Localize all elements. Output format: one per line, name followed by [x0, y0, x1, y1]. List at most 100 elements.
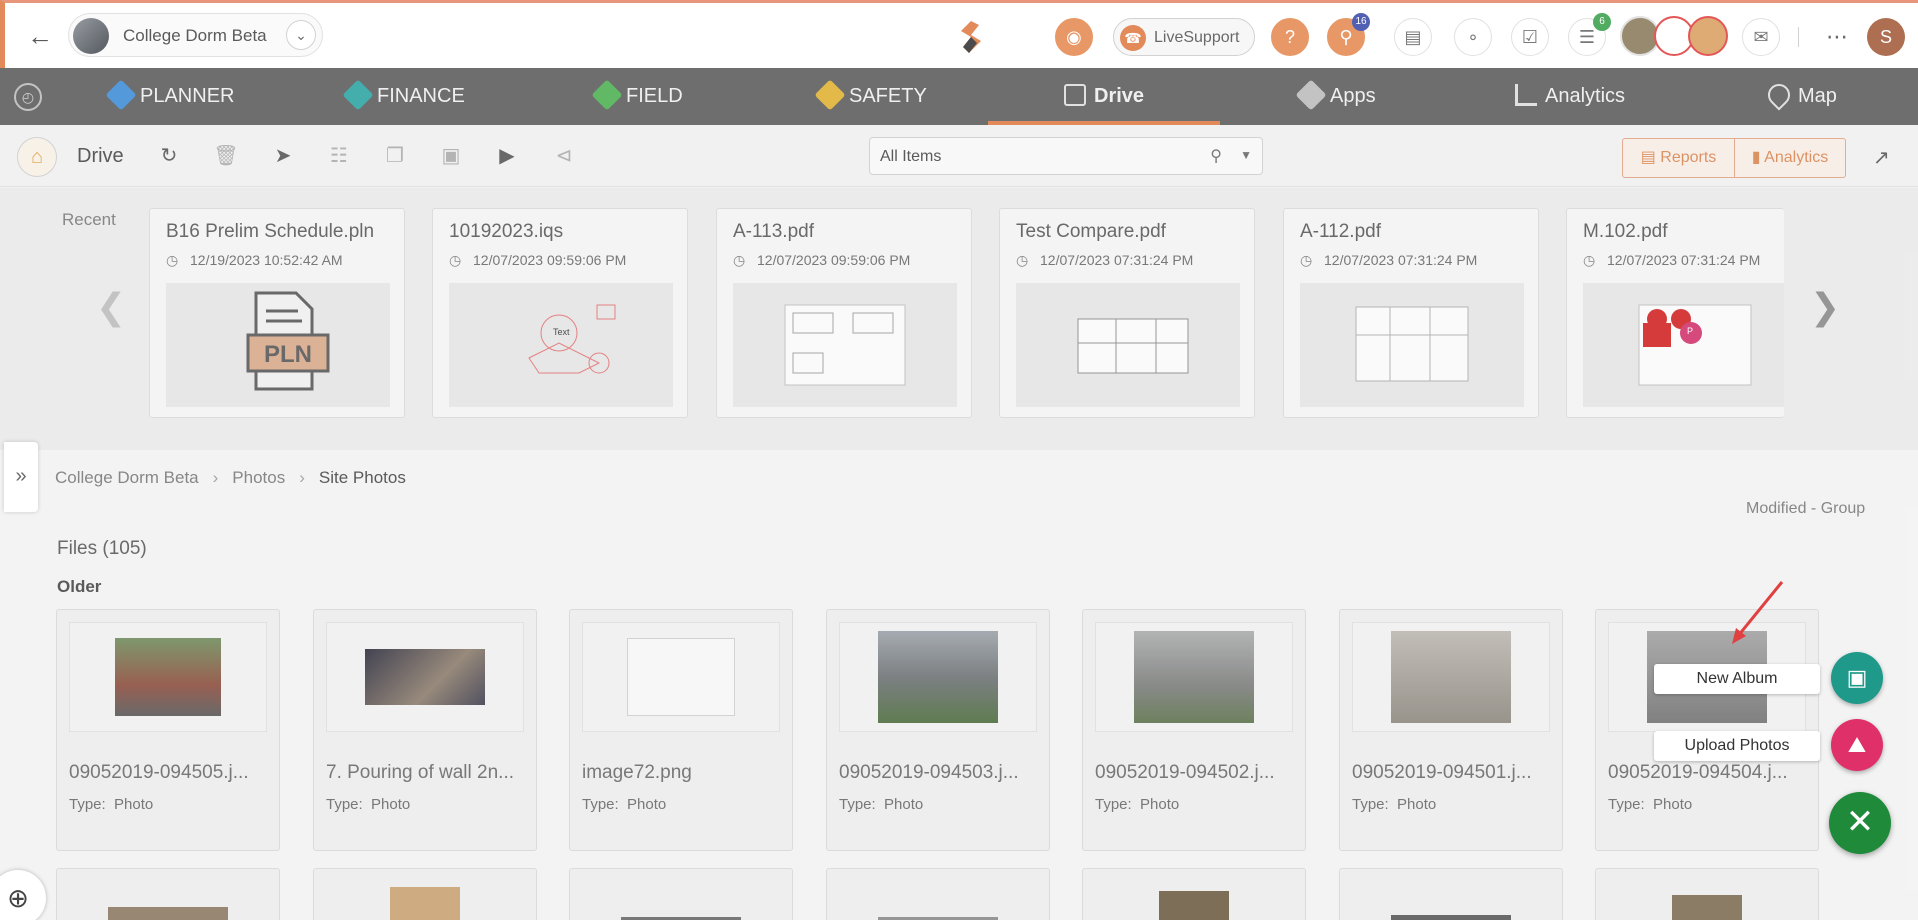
livesupport-button[interactable]: ☎ LiveSupport [1113, 18, 1255, 56]
add-circle-icon[interactable]: ⊕ [0, 870, 46, 920]
breadcrumb-item[interactable]: College Dorm Beta [55, 468, 199, 487]
share-icon[interactable]: ⊲ [551, 143, 577, 169]
sort-dropdown[interactable]: Modified - Group [1746, 500, 1865, 518]
brand-logo [961, 21, 981, 53]
chevron-right-icon[interactable]: ❯ [1810, 286, 1840, 328]
integrations-icon[interactable]: ∘ [1454, 18, 1492, 56]
chat-icon[interactable]: ✉ [1742, 18, 1780, 56]
planner-icon [105, 79, 137, 111]
chevron-down-icon[interactable]: ▼ [1240, 148, 1252, 162]
breadcrumb-item[interactable]: Photos [232, 468, 285, 487]
recent-file-date: 12/07/2023 09:59:06 PM [473, 252, 627, 268]
files-title: Files (105) [57, 538, 147, 559]
tab-safety[interactable]: SAFETY [814, 68, 927, 125]
bar-chart-icon: ▮ [1751, 149, 1765, 166]
notifications-icon[interactable]: ⚲ 16 [1327, 13, 1370, 56]
team-avatars[interactable] [1620, 16, 1730, 58]
user-avatar[interactable]: S [1867, 18, 1905, 56]
file-card[interactable] [826, 868, 1050, 920]
file-card[interactable]: 09052019-094505.j... Type: Photo [56, 609, 280, 851]
file-card[interactable] [1082, 868, 1306, 920]
close-fab-icon[interactable]: ✕ [1829, 792, 1891, 854]
photo-thumbnail [390, 887, 460, 920]
tab-field[interactable]: FIELD [591, 68, 683, 125]
file-card[interactable]: 7. Pouring of wall 2n... Type: Photo [313, 609, 537, 851]
apps-grid-icon[interactable]: ⋯ [1823, 23, 1851, 51]
pln-label: PLN [264, 341, 312, 368]
cart-icon[interactable]: ☰ 6 [1568, 13, 1611, 56]
file-card[interactable]: image72.png Type: Photo [569, 609, 793, 851]
cart-badge: 6 [1593, 13, 1611, 31]
recent-card[interactable]: 10192023.iqs ◷ 12/07/2023 09:59:06 PM Te… [432, 208, 688, 418]
chevron-down-icon[interactable]: ⌄ [286, 20, 316, 50]
external-link-icon[interactable]: ↗ [1873, 145, 1890, 170]
upload-photos-icon[interactable]: ⛰ [1831, 719, 1883, 771]
tab-apps[interactable]: Apps [1295, 68, 1376, 125]
file-card[interactable] [313, 868, 537, 920]
file-card[interactable]: 09052019-094503.j... Type: Photo [826, 609, 1050, 851]
chevron-left-icon[interactable]: ❮ [96, 286, 126, 328]
headset-icon: ☎ [1120, 25, 1146, 51]
project-selector[interactable]: College Dorm Beta ⌄ [68, 13, 323, 57]
recent-file-name: B16 Prelim Schedule.pln [166, 221, 375, 242]
file-name: 7. Pouring of wall 2n... [326, 762, 514, 783]
file-card[interactable]: 09052019-094501.j... Type: Photo [1339, 609, 1563, 851]
document-icon[interactable]: ▤ [1394, 18, 1432, 56]
file-type: Type: Photo [1608, 796, 1693, 813]
analytics-button[interactable]: ▮ Analytics [1735, 139, 1845, 177]
report-buttons: ▤ Reports ▮ Analytics [1622, 138, 1846, 178]
file-card[interactable] [1595, 868, 1819, 920]
photo-image [878, 631, 998, 723]
recent-file-date: 12/07/2023 07:31:24 PM [1324, 252, 1478, 268]
project-name: College Dorm Beta [123, 26, 267, 45]
new-album-label[interactable]: New Album [1654, 664, 1820, 694]
file-name: 09052019-094502.j... [1095, 762, 1275, 783]
help-icon[interactable]: ? [1271, 18, 1309, 56]
file-thumbnail [1016, 283, 1240, 407]
file-settings-icon[interactable]: ☷ [326, 143, 352, 169]
tab-planner[interactable]: PLANNER [105, 68, 234, 125]
tab-map[interactable]: Map [1763, 68, 1837, 125]
tag-icon[interactable]: ➤ [270, 143, 296, 169]
recent-card[interactable]: M.102.pdf ◷ 12/07/2023 07:31:24 PM P [1566, 208, 1784, 418]
recent-file-name: Test Compare.pdf [1016, 221, 1166, 242]
search-input[interactable]: All Items ⚲ ▼ [869, 137, 1263, 175]
file-card[interactable] [1339, 868, 1563, 920]
tab-finance[interactable]: FINANCE [342, 68, 465, 125]
expand-sidebar-icon[interactable]: » [4, 442, 38, 512]
file-thumbnail: P [1583, 283, 1784, 407]
photo-thumbnail [326, 622, 524, 732]
markup-text: P [1687, 326, 1694, 336]
recent-card[interactable]: A-113.pdf ◷ 12/07/2023 09:59:06 PM [716, 208, 972, 418]
file-card[interactable] [569, 868, 793, 920]
avatar[interactable] [1688, 16, 1728, 56]
camera-folder-icon[interactable]: ▣ [438, 143, 464, 169]
file-card[interactable]: 09052019-094502.j... Type: Photo [1082, 609, 1306, 851]
search-icon[interactable]: ⚲ [1210, 146, 1222, 166]
tab-analytics[interactable]: Analytics [1515, 68, 1625, 125]
approvals-icon[interactable]: ☑ [1511, 18, 1549, 56]
delete-icon[interactable]: 🗑 [213, 143, 239, 169]
new-album-icon[interactable]: ▣ [1831, 652, 1883, 704]
reports-button[interactable]: ▤ Reports [1623, 139, 1735, 177]
recent-file-date: 12/07/2023 07:31:24 PM [1607, 252, 1761, 268]
refresh-icon[interactable]: ↻ [156, 143, 182, 169]
home-icon[interactable]: ⌂ [17, 137, 57, 177]
robot-assistant-icon[interactable]: ◉ [1055, 18, 1093, 56]
page-title: Drive [77, 145, 124, 167]
back-arrow-icon[interactable]: ← [25, 21, 55, 51]
photo-thumbnail [1095, 622, 1293, 732]
play-icon[interactable]: ▶ [494, 143, 520, 169]
file-card[interactable] [56, 868, 280, 920]
dashboard-icon[interactable]: ◴ [14, 83, 42, 111]
tab-drive[interactable]: Drive [988, 68, 1220, 125]
file-name: 09052019-094501.j... [1352, 762, 1532, 783]
top-bar: ← College Dorm Beta ⌄ ◉ ☎ LiveSupport ? … [0, 0, 1918, 68]
recent-card[interactable]: A-112.pdf ◷ 12/07/2023 07:31:24 PM [1283, 208, 1539, 418]
recent-card[interactable]: Test Compare.pdf ◷ 12/07/2023 07:31:24 P… [999, 208, 1255, 418]
upload-photos-label[interactable]: Upload Photos [1654, 731, 1820, 761]
recent-card[interactable]: B16 Prelim Schedule.pln ◷ 12/19/2023 10:… [149, 208, 405, 418]
drive-toolbar: ⌂ Drive ↻ 🗑 ➤ ☷ ❐ ▣ ▶ ⊲ All Items ⚲ ▼ ▤ … [0, 125, 1918, 187]
photo-thumbnail [1352, 622, 1550, 732]
copy-icon[interactable]: ❐ [382, 143, 408, 169]
